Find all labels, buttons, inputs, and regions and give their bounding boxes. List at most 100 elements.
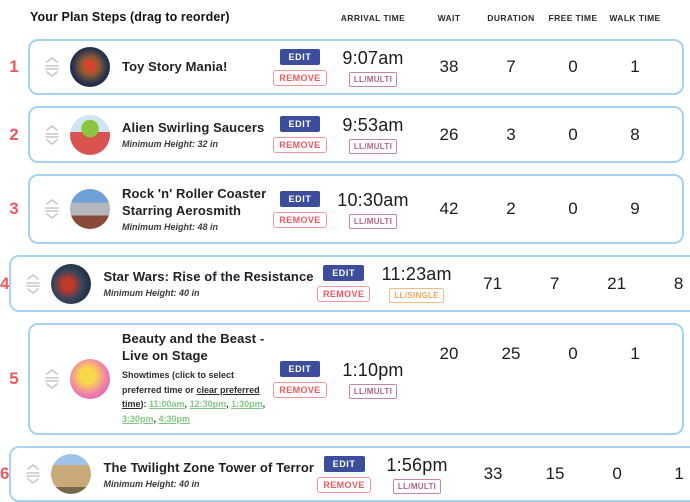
remove-button[interactable]: REMOVE [273,382,326,398]
wait-value: 42 [418,199,480,219]
minimum-height-note: Minimum Height: 40 in [103,288,313,298]
free-time-value: 0 [542,199,604,219]
showtime-link[interactable]: 1:30pm [231,399,263,409]
duration-value: 2 [480,199,542,219]
walk-time-value: 1 [604,57,666,77]
showtimes-separator: ): [141,399,150,409]
minimum-height-note: Minimum Height: 32 in [122,139,270,149]
ll-multi-badge: LL/MULTI [349,384,397,399]
arrival-time: 9:53am [342,115,403,136]
drag-handle-icon[interactable] [40,56,64,78]
remove-button[interactable]: REMOVE [273,212,326,228]
drag-handle-icon[interactable] [21,463,45,485]
step-number: 5 [0,323,28,435]
free-time-value: 0 [542,125,604,145]
column-header-arrival-time: ARRIVAL TIME [328,13,418,23]
table-header: Your Plan Steps (drag to reorder) ARRIVA… [0,6,684,24]
remove-button[interactable]: REMOVE [273,137,326,153]
edit-button[interactable]: EDIT [280,361,321,377]
showtime-link[interactable]: 12:30pm [190,399,227,409]
free-time-value: 0 [542,57,604,77]
duration-value: 7 [524,274,586,294]
column-header-wait: WAIT [418,13,480,23]
column-header-walk-time: WALK TIME [604,13,666,23]
drag-handle-icon[interactable] [40,198,64,220]
showtime-link[interactable]: 11:00am [149,399,185,409]
plan-step-row-3: 3 Rock 'n' Roller Coaster Starring Aeros… [0,174,684,244]
ll-multi-badge: LL/MULTI [349,72,397,87]
attraction-thumbnail [70,359,110,399]
wait-value: 26 [418,125,480,145]
free-time-value: 0 [586,464,648,484]
arrival-time: 9:07am [342,48,403,69]
ll-multi-badge: LL/MULTI [393,479,441,494]
minimum-height-note: Minimum Height: 48 in [122,222,270,232]
step-number: 3 [0,174,28,244]
attraction-name: Beauty and the Beast - Live on Stage [122,331,270,365]
remove-button[interactable]: REMOVE [273,70,326,86]
remove-button[interactable]: REMOVE [317,477,370,493]
attraction-thumbnail [70,47,110,87]
showtimes-text: Showtimes (click to select preferred tim… [122,368,270,427]
attraction-thumbnail [51,264,91,304]
drag-handle-icon[interactable] [40,124,64,146]
duration-value: 25 [480,344,542,364]
plan-step-row-6: 6 The Twilight Zone Tower of Terror Mini… [0,446,684,502]
wait-value: 38 [418,57,480,77]
ll-multi-badge: LL/MULTI [349,214,397,229]
showtime-link[interactable]: 4:30pm [159,414,191,424]
step-number: 4 [0,255,9,312]
attraction-thumbnail [70,189,110,229]
walk-time-value: 1 [604,344,666,364]
drag-handle-icon[interactable] [21,273,45,295]
edit-button[interactable]: EDIT [280,191,321,207]
walk-time-value: 9 [604,199,666,219]
arrival-time: 11:23am [382,264,452,285]
plan-step-row-4: 4 Star Wars: Rise of the Resistance Mini… [0,255,684,312]
attraction-name: Star Wars: Rise of the Resistance [103,269,313,286]
plan-step-card: The Twilight Zone Tower of Terror Minimu… [9,446,690,502]
plan-step-card: Star Wars: Rise of the Resistance Minimu… [9,255,690,312]
plan-step-card: Alien Swirling Saucers Minimum Height: 3… [28,106,684,163]
edit-button[interactable]: EDIT [323,265,364,281]
attraction-thumbnail [70,115,110,155]
edit-button[interactable]: EDIT [324,456,365,472]
duration-value: 15 [524,464,586,484]
walk-time-value: 8 [604,125,666,145]
wait-value: 71 [462,274,524,294]
remove-button[interactable]: REMOVE [317,286,370,302]
plan-step-row-1: 1 Toy Story Mania! EDIT REMOVE 9:07am LL… [0,39,684,95]
plan-step-row-5: 5 Beauty and the Beast - Live on Stage S… [0,323,684,435]
attraction-name: The Twilight Zone Tower of Terror [103,460,314,477]
plan-step-card: Toy Story Mania! EDIT REMOVE 9:07am LL/M… [28,39,684,95]
attraction-name: Toy Story Mania! [122,59,270,76]
showtime-link[interactable]: 3:30pm [122,414,154,424]
plan-steps-panel: Your Plan Steps (drag to reorder) ARRIVA… [0,0,690,490]
attraction-name: Alien Swirling Saucers [122,120,270,137]
walk-time-value: 8 [648,274,690,294]
minimum-height-note: Minimum Height: 40 in [103,479,314,489]
step-number: 1 [0,39,28,95]
drag-handle-icon[interactable] [40,368,64,390]
arrival-time: 1:56pm [386,455,447,476]
wait-value: 20 [418,344,480,364]
arrival-time: 1:10pm [342,360,403,381]
attraction-thumbnail [51,454,91,494]
free-time-value: 0 [542,344,604,364]
column-header-duration: DURATION [480,13,542,23]
plan-step-row-2: 2 Alien Swirling Saucers Minimum Height:… [0,106,684,163]
step-number: 2 [0,106,28,163]
step-number: 6 [0,446,9,502]
edit-button[interactable]: EDIT [280,116,321,132]
column-header-free-time: FREE TIME [542,13,604,23]
page-title: Your Plan Steps (drag to reorder) [30,10,328,24]
wait-value: 33 [462,464,524,484]
ll-multi-badge: LL/MULTI [349,139,397,154]
free-time-value: 21 [586,274,648,294]
duration-value: 7 [480,57,542,77]
attraction-name: Rock 'n' Roller Coaster Starring Aerosmi… [122,186,270,220]
plan-step-card: Rock 'n' Roller Coaster Starring Aerosmi… [28,174,684,244]
edit-button[interactable]: EDIT [280,49,321,65]
plan-step-card: Beauty and the Beast - Live on Stage Sho… [28,323,684,435]
arrival-time: 10:30am [337,190,408,211]
